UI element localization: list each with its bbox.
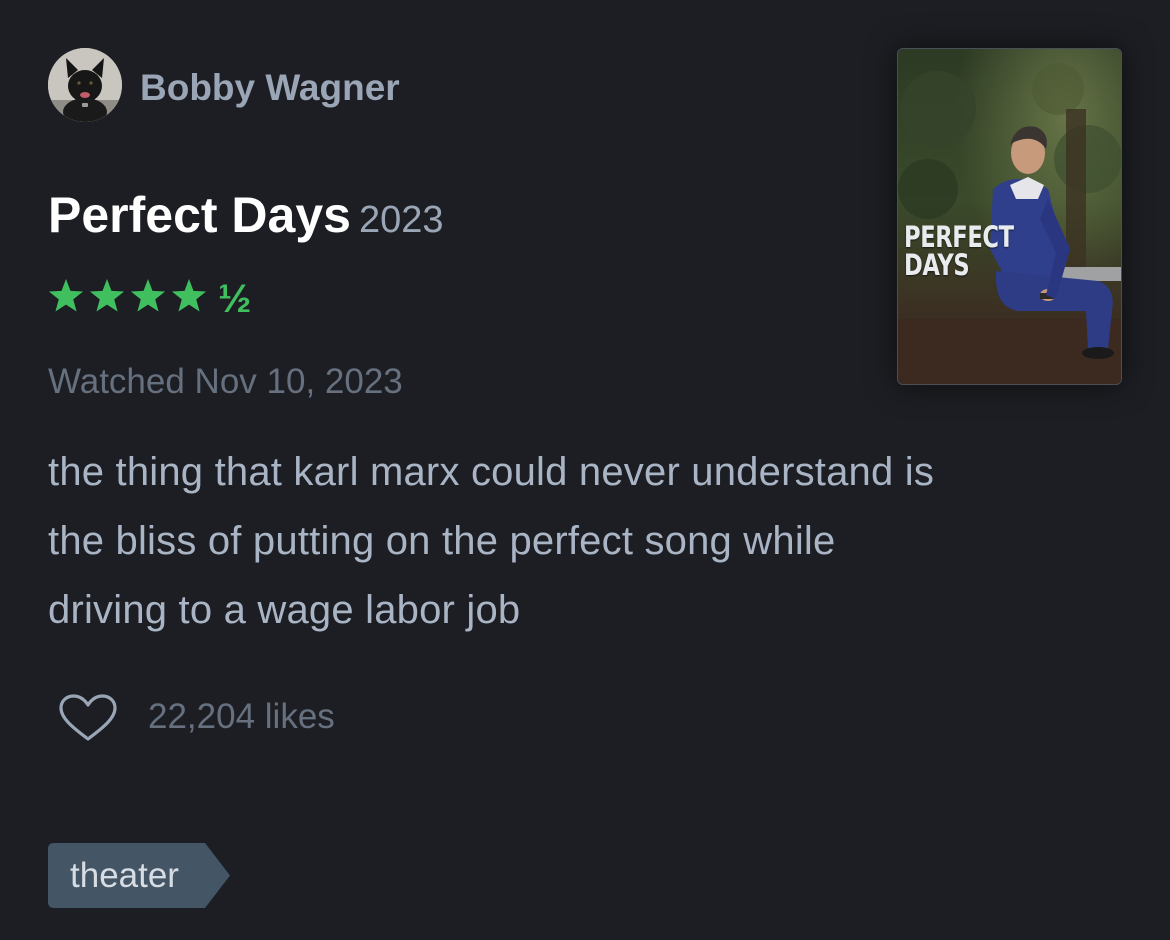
review-body: the thing that karl marx could never und…	[48, 438, 1138, 645]
film-poster[interactable]: PERFECT DAYS	[897, 48, 1122, 385]
poster-image	[898, 49, 1121, 384]
film-title[interactable]: Perfect Days	[48, 187, 351, 243]
like-button[interactable]	[58, 694, 118, 744]
star-rating: ½	[48, 270, 268, 320]
film-title-row: Perfect Days 2023	[48, 186, 444, 244]
tag-theater[interactable]: theater	[48, 843, 230, 908]
review-card: Bobby Wagner Perfect Days 2023 ½ Watched …	[0, 0, 1170, 940]
film-year[interactable]: 2023	[359, 199, 444, 241]
star-icon	[130, 279, 166, 312]
review-line: the thing that karl marx could never und…	[48, 450, 935, 494]
likes-count[interactable]: 22,204 likes	[148, 697, 335, 737]
review-line: the bliss of putting on the perfect song…	[48, 519, 836, 563]
tag-label: theater	[70, 856, 179, 895]
heart-icon	[59, 694, 117, 741]
avatar[interactable]	[48, 48, 122, 122]
reviewer-name[interactable]: Bobby Wagner	[140, 67, 400, 109]
rating-stars: ½	[48, 277, 251, 320]
watched-date: Watched Nov 10, 2023	[48, 362, 403, 401]
star-icon	[89, 279, 125, 312]
dog-avatar-icon	[48, 48, 122, 122]
star-icon	[171, 279, 207, 312]
poster-title: PERFECT DAYS	[904, 220, 1014, 282]
star-icon	[48, 279, 84, 312]
review-line: driving to a wage labor job	[48, 588, 521, 632]
half-star-icon: ½	[218, 277, 251, 320]
